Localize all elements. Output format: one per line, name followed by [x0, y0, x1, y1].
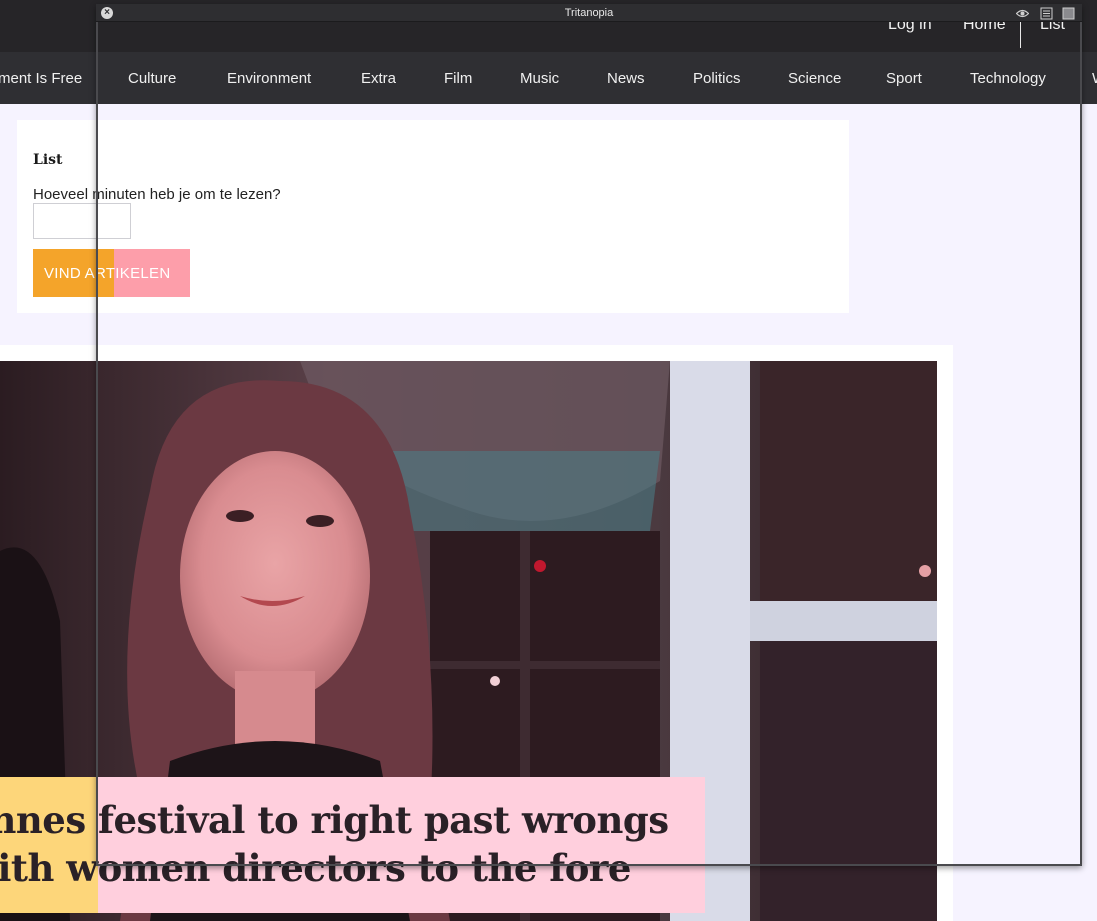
list-card: List Hoeveel minuten heb je om te lezen?… — [17, 120, 849, 313]
list-card-title: List — [33, 152, 63, 168]
section-nav: ment Is Free Culture Environment Extra F… — [0, 52, 1097, 104]
nav-item-culture[interactable]: Culture — [128, 70, 176, 87]
find-articles-button[interactable]: VIND ARTIKELEN — [33, 249, 190, 297]
reading-time-label: Hoeveel minuten heb je om te lezen? — [33, 186, 281, 203]
nav-item-environment-is-free[interactable]: ment Is Free — [0, 70, 82, 87]
simulator-title: Tritanopia — [564, 7, 614, 19]
article-headline[interactable]: annes festival to right past wrongs with… — [0, 796, 686, 892]
reading-minutes-input[interactable] — [33, 203, 131, 239]
nav-item-extra[interactable]: Extra — [361, 70, 396, 87]
nav-item-sport[interactable]: Sport — [886, 70, 922, 87]
list-view-icon[interactable] — [1040, 7, 1053, 20]
simulator-titlebar: × Tritanopia — [96, 4, 1082, 22]
expand-icon[interactable] — [1062, 7, 1075, 20]
nav-item-film[interactable]: Film — [444, 70, 472, 87]
nav-item-science[interactable]: Science — [788, 70, 841, 87]
nav-item-music[interactable]: Music — [520, 70, 559, 87]
eye-icon[interactable] — [1015, 7, 1030, 20]
nav-item-technology[interactable]: Technology — [970, 70, 1046, 87]
nav-item-environment[interactable]: Environment — [227, 70, 311, 87]
nav-item-truncated[interactable]: W — [1092, 70, 1097, 87]
nav-item-politics[interactable]: Politics — [693, 70, 741, 87]
nav-item-news[interactable]: News — [607, 70, 645, 87]
